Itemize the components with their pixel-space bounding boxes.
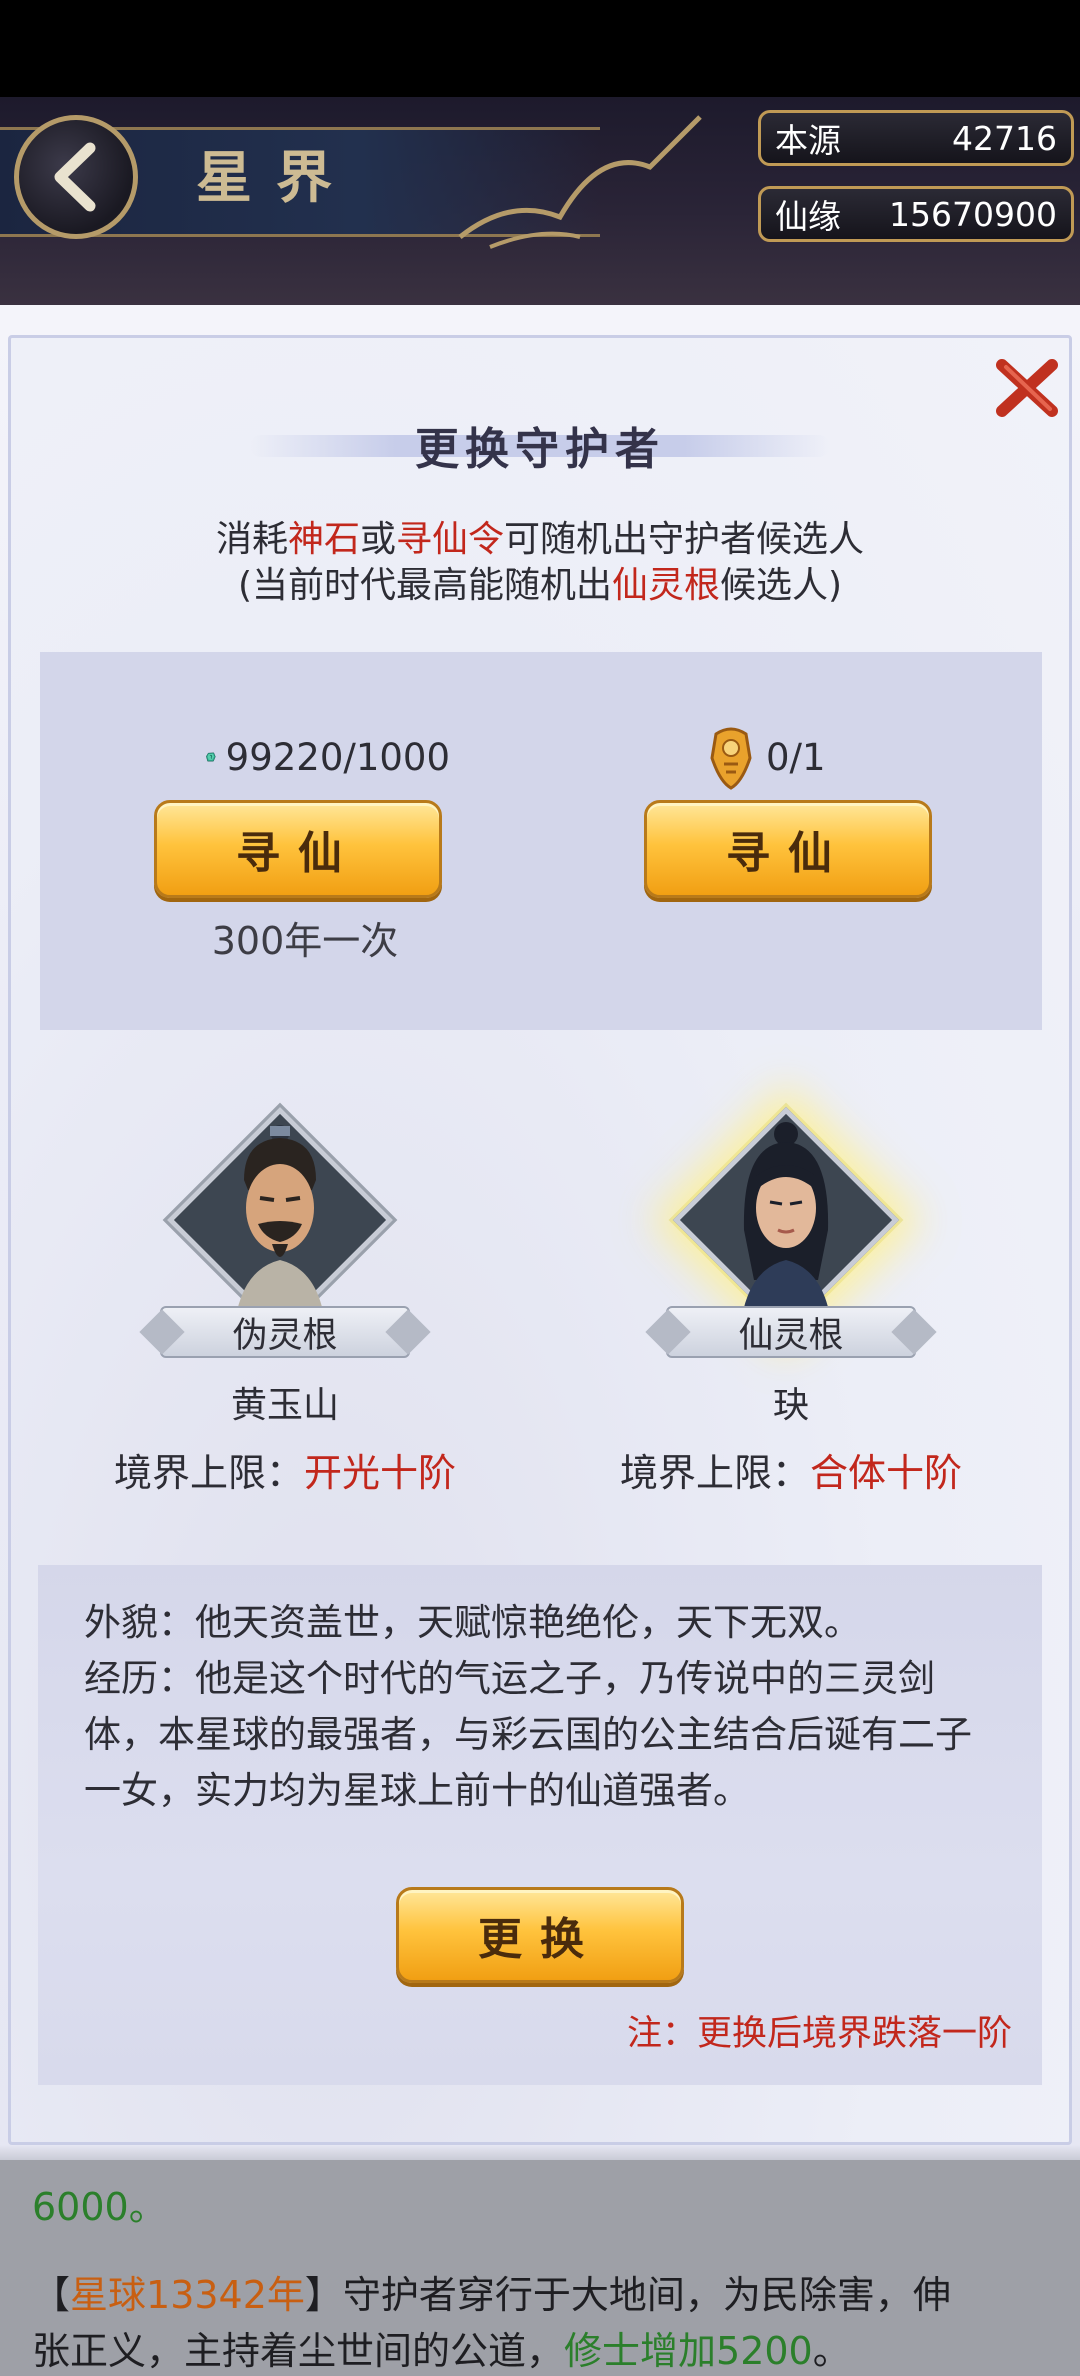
cost-xunxianling: 0/1 <box>640 724 940 790</box>
cost-shenshi: 99220/1000 <box>150 724 450 790</box>
candidate-name: 玦 <box>772 1385 809 1426</box>
cost-amount-row: 0/1 <box>706 724 940 790</box>
candidate-card[interactable]: 伪灵根 黄玉山 境界上限：开光十阶 <box>114 1106 456 1495</box>
seek-immortal-button-shenshi[interactable]: 寻仙 <box>154 800 442 898</box>
candidate-card[interactable]: 仙灵根 玦 境界上限：合体十阶 <box>620 1106 962 1495</box>
description-line-1: 消耗神石或寻仙令可随机出守护者候选人 <box>215 519 865 560</box>
gold-token-icon <box>710 727 752 790</box>
bio-history: 经历：他是这个时代的气运之子，乃传说中的三灵剑体，本星球的最强者，与彩云国的公主… <box>84 1657 972 1812</box>
bio-appearance: 外貌：他天资盖世，天赋惊艳绝伦，天下无双。 <box>84 1601 861 1644</box>
candidate-bio-panel: 外貌：他天资盖世，天赋惊艳绝伦，天下无双。 经历：他是这个时代的气运之子，乃传说… <box>38 1565 1042 2085</box>
event-log: 6000。 【星球13342年】守护者穿行于大地间，为民除害，伸 张正义，主持着… <box>0 2160 1080 2376</box>
green-gem-icon <box>206 752 216 762</box>
warning-note: 注：更换后境界跌落一阶 <box>626 2014 1012 2054</box>
resource-value: 42716 <box>952 118 1057 158</box>
cost-amount-row: 99220/1000 <box>206 724 450 790</box>
resource-label: 仙缘 <box>775 197 841 236</box>
description-line-2: (当前时代最高能随机出仙灵根候选人) <box>237 565 843 606</box>
candidate-name: 黄玉山 <box>230 1385 339 1426</box>
spirit-root-tag: 伪灵根 <box>160 1306 410 1358</box>
log-line: 张正义，主持着尘世间的公道，修士增加5200。 <box>32 2329 851 2373</box>
realm-limit: 境界上限：合体十阶 <box>619 1451 963 1495</box>
avatar <box>740 1122 832 1330</box>
dialog-title-area: 更换守护者 <box>0 405 1080 485</box>
cost-panel: 99220/1000 0/1 寻仙 寻仙 300年一次 <box>40 652 1042 1030</box>
chevron-left-icon <box>54 142 96 212</box>
back-button[interactable] <box>14 115 138 239</box>
resource-value: 15670900 <box>889 194 1057 234</box>
avatar <box>234 1125 326 1330</box>
cloud-ornament-icon <box>458 115 702 249</box>
spirit-root-tag: 仙灵根 <box>666 1306 916 1358</box>
realm-limit: 境界上限：开光十阶 <box>113 1451 457 1495</box>
resource-benyuan: 本源 42716 <box>758 110 1074 166</box>
replace-button[interactable]: 更换 <box>396 1887 684 1983</box>
cost-amount: 99220/1000 <box>225 735 450 779</box>
dialog-title: 更换守护者 <box>415 424 665 475</box>
resource-label: 本源 <box>775 121 841 160</box>
cooldown-note: 300年一次 <box>211 919 399 963</box>
resource-xianyuan: 仙缘 15670900 <box>758 186 1074 242</box>
bio-text: 外貌：他天资盖世，天赋惊艳绝伦，天下无双。 经历：他是这个时代的气运之子，乃传说… <box>84 1595 1004 1819</box>
page-title: 星界 <box>196 145 356 211</box>
status-bar <box>0 0 1080 97</box>
cost-amount: 0/1 <box>766 735 826 779</box>
seek-immortal-button-token[interactable]: 寻仙 <box>644 800 932 898</box>
log-line: 6000。 <box>32 2185 167 2229</box>
log-line: 【星球13342年】守护者穿行于大地间，为民除害，伸 <box>32 2273 951 2317</box>
